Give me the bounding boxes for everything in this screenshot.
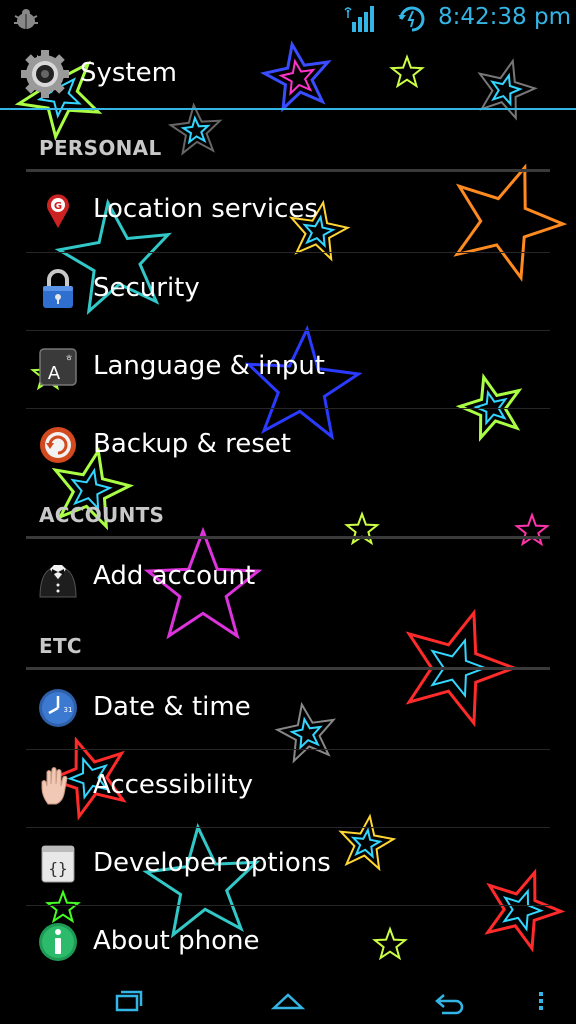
settings-item-label: Backup & reset	[93, 429, 291, 459]
section-header-etc: ETC	[39, 634, 82, 658]
debug-icon	[14, 9, 38, 29]
action-bar: System	[0, 40, 576, 110]
recent-apps-icon[interactable]	[108, 986, 148, 1016]
menu-icon[interactable]	[526, 986, 556, 1016]
padlock-icon	[43, 269, 73, 308]
settings-item-label: About phone	[93, 926, 260, 956]
backup-icon	[40, 427, 76, 463]
navigation-bar	[0, 976, 576, 1024]
settings-item-label: Accessibility	[93, 770, 253, 800]
braces-icon: {}	[41, 845, 75, 883]
settings-item-developer-options[interactable]: {} Developer options	[0, 828, 576, 906]
section-underline	[26, 667, 550, 670]
svg-text:G: G	[54, 201, 62, 212]
wallpaper-star	[514, 512, 550, 547]
svg-text:ㅎ: ㅎ	[65, 354, 73, 364]
section-underline	[26, 169, 550, 172]
settings-item-security[interactable]: Security	[0, 253, 576, 331]
clock-time: 8:42:38 pm	[438, 4, 571, 30]
settings-item-language-input[interactable]: A ㅎ Language & input	[0, 331, 576, 409]
settings-item-date-time[interactable]: 31 Date & time	[0, 672, 576, 750]
sync-clock-icon	[398, 6, 425, 32]
wifi-signal-icon	[344, 6, 374, 32]
settings-item-about-phone[interactable]: About phone	[0, 906, 576, 984]
home-icon[interactable]	[268, 986, 308, 1016]
wallpaper-star	[167, 102, 223, 156]
section-header-accounts: ACCOUNTS	[39, 503, 165, 527]
keyboard-key-icon: A ㅎ	[39, 348, 77, 386]
action-bar-divider	[0, 108, 576, 110]
svg-text:{}: {}	[48, 859, 67, 878]
svg-text:A: A	[48, 363, 61, 384]
status-bar: 8:42:38 pm	[0, 0, 576, 38]
settings-item-label: Add account	[93, 561, 256, 591]
settings-item-location-services[interactable]: G Location services	[0, 174, 576, 252]
settings-item-label: Language & input	[93, 351, 325, 381]
section-underline	[26, 536, 550, 539]
location-pin-icon: G	[47, 194, 69, 228]
settings-item-label: Developer options	[93, 848, 331, 878]
wallpaper-star-inner	[180, 115, 211, 145]
settings-gear-icon[interactable]	[20, 49, 70, 99]
back-icon[interactable]	[428, 986, 468, 1016]
info-icon	[39, 923, 77, 961]
section-header-personal: PERSONAL	[39, 136, 162, 160]
page-title: System	[80, 58, 177, 88]
settings-item-add-account[interactable]: Add account	[0, 541, 576, 619]
settings-item-label: Location services	[93, 194, 318, 224]
settings-item-label: Security	[93, 273, 200, 303]
tuxedo-icon	[39, 565, 77, 598]
settings-item-label: Date & time	[93, 692, 251, 722]
clock-icon: 31	[39, 689, 77, 727]
svg-text:31: 31	[64, 706, 73, 714]
settings-item-accessibility[interactable]: Accessibility	[0, 750, 576, 828]
hand-icon	[41, 767, 68, 805]
settings-item-backup-reset[interactable]: Backup & reset	[0, 409, 576, 487]
